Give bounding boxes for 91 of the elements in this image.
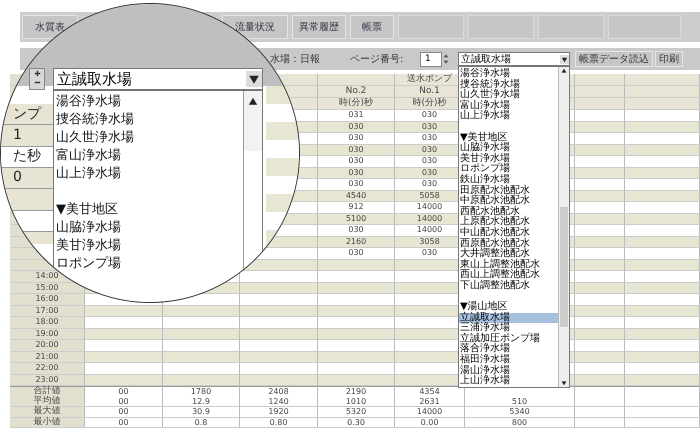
table-cell: 14000 — [395, 407, 465, 418]
time-label: 21:00 — [10, 352, 85, 363]
table-cell-text: 0 — [12, 168, 23, 187]
list-item[interactable]: 富山浄水場 — [54, 147, 121, 165]
table-cell: 030 — [318, 179, 395, 190]
table-cell: 00 — [85, 407, 163, 418]
table-cell-text: ンプ — [12, 105, 42, 124]
time-label: 22:00 — [10, 363, 85, 374]
list-item[interactable]: 美甘浄水場 — [54, 237, 121, 255]
page-label: ページ番号: — [350, 52, 404, 66]
scrollbar[interactable] — [558, 67, 569, 387]
list-item[interactable]: 捜谷統浄水場 — [54, 111, 134, 129]
time-label: 18:00 — [10, 317, 85, 328]
table-cell — [575, 386, 625, 398]
table-cell: 030 — [318, 225, 395, 236]
time-label: 15:00 — [10, 282, 85, 294]
summary-label: 最小値 — [10, 418, 85, 428]
table-cell: 800 — [465, 418, 575, 428]
dropdown-arrow-icon[interactable] — [560, 54, 569, 64]
table-cell: 4540 — [318, 190, 395, 202]
table-cell: 5100 — [318, 214, 395, 225]
table-cell: 1240 — [240, 396, 318, 407]
table-cell — [575, 396, 625, 407]
table-cell: 0.30 — [318, 418, 395, 428]
summary-label: 平均値 — [10, 396, 85, 407]
print-button[interactable]: 印刷 — [655, 51, 683, 67]
table-cell: 5340 — [465, 407, 575, 418]
list-item[interactable]: 西山上調整池配水 — [459, 270, 558, 281]
time-label: 16:00 — [10, 294, 85, 306]
list-item[interactable]: 山脇浄水場 — [54, 219, 121, 237]
column-header: No.2 — [318, 86, 395, 98]
list-item[interactable]: ロポンプ場 — [54, 255, 121, 273]
table-cell: 030 — [318, 168, 395, 179]
table-cell: 031 — [318, 110, 395, 122]
list-item[interactable]: 三浦浄水場 — [459, 323, 558, 334]
table-cell — [575, 407, 625, 418]
table-cell: 1010 — [318, 396, 395, 407]
list-item[interactable]: ▼湯山地区 — [459, 302, 558, 313]
summary-label: 最大値 — [10, 407, 85, 418]
list-item[interactable]: 下山調整池配水 — [459, 280, 558, 292]
spin-button[interactable] — [29, 68, 45, 90]
time-label: 23:00 — [10, 374, 85, 386]
station-select[interactable]: 立誠取水場 — [458, 52, 570, 66]
list-item[interactable]: 湯山浄水場 — [459, 366, 558, 376]
list-item[interactable]: 湯谷浄水場 — [54, 93, 121, 111]
table-cell: 2631 — [395, 396, 465, 407]
table-cell: 0.8 — [163, 418, 240, 428]
time-label: 20:00 — [10, 340, 85, 352]
table-cell: 4354 — [395, 386, 465, 398]
table-cell: 2160 — [318, 236, 395, 248]
list-item[interactable]: 福田浄水場 — [459, 355, 558, 366]
time-label: 17:00 — [10, 306, 85, 317]
table-cell: 5320 — [318, 407, 395, 418]
list-item[interactable]: 山久世浄水場 — [54, 129, 134, 147]
table-cell — [575, 418, 625, 428]
table-cell: 030 — [318, 144, 395, 156]
column-header: 時(分)秒 — [318, 98, 395, 110]
page-number-field[interactable]: 1 — [420, 52, 442, 66]
time-label: 19:00 — [10, 328, 85, 340]
table-cell: 510 — [465, 396, 575, 407]
table-cell: 030 — [318, 133, 395, 144]
table-cell: 12.9 — [163, 396, 240, 407]
table-cell: 00 — [85, 418, 163, 428]
list-item[interactable]: 富山浄水場 — [459, 100, 558, 112]
table-cell: 0.00 — [395, 418, 465, 428]
table-cell: 30.9 — [163, 407, 240, 418]
load-button[interactable]: 帳票データ読込 — [575, 51, 653, 67]
table-cell-text: た秒 — [12, 147, 42, 166]
table-cell: 00 — [85, 386, 163, 398]
scrollbar[interactable] — [244, 91, 262, 151]
table-cell: 0.80 — [240, 418, 318, 428]
list-item[interactable]: 中山配水池配水 — [459, 228, 558, 238]
table-cell: 030 — [318, 156, 395, 168]
table-cell: 00 — [85, 396, 163, 407]
tab[interactable]: 帳票 — [350, 15, 394, 39]
table-cell: 030 — [318, 122, 395, 133]
list-item[interactable]: ▼美甘地区 — [54, 201, 118, 219]
report-title: 水場：日報 — [270, 52, 321, 66]
table-cell: 030 — [318, 248, 395, 260]
table-cell-text: 1 — [12, 126, 23, 145]
station-select[interactable]: 立誠取水場 — [53, 68, 263, 90]
table-cell: 912 — [318, 202, 395, 214]
table-cell: 1920 — [240, 407, 318, 418]
scrollbar-thumb[interactable] — [560, 207, 568, 327]
table-cell: 1780 — [163, 386, 240, 398]
tab[interactable]: 異常履歴 — [292, 15, 346, 39]
table-cell: 2190 — [318, 386, 395, 398]
list-item[interactable]: 山上浄水場 — [54, 165, 121, 183]
list-item[interactable]: 上山浄水場 — [459, 376, 558, 387]
table-cell: 2408 — [240, 386, 318, 398]
plus-icon[interactable] — [32, 69, 42, 78]
